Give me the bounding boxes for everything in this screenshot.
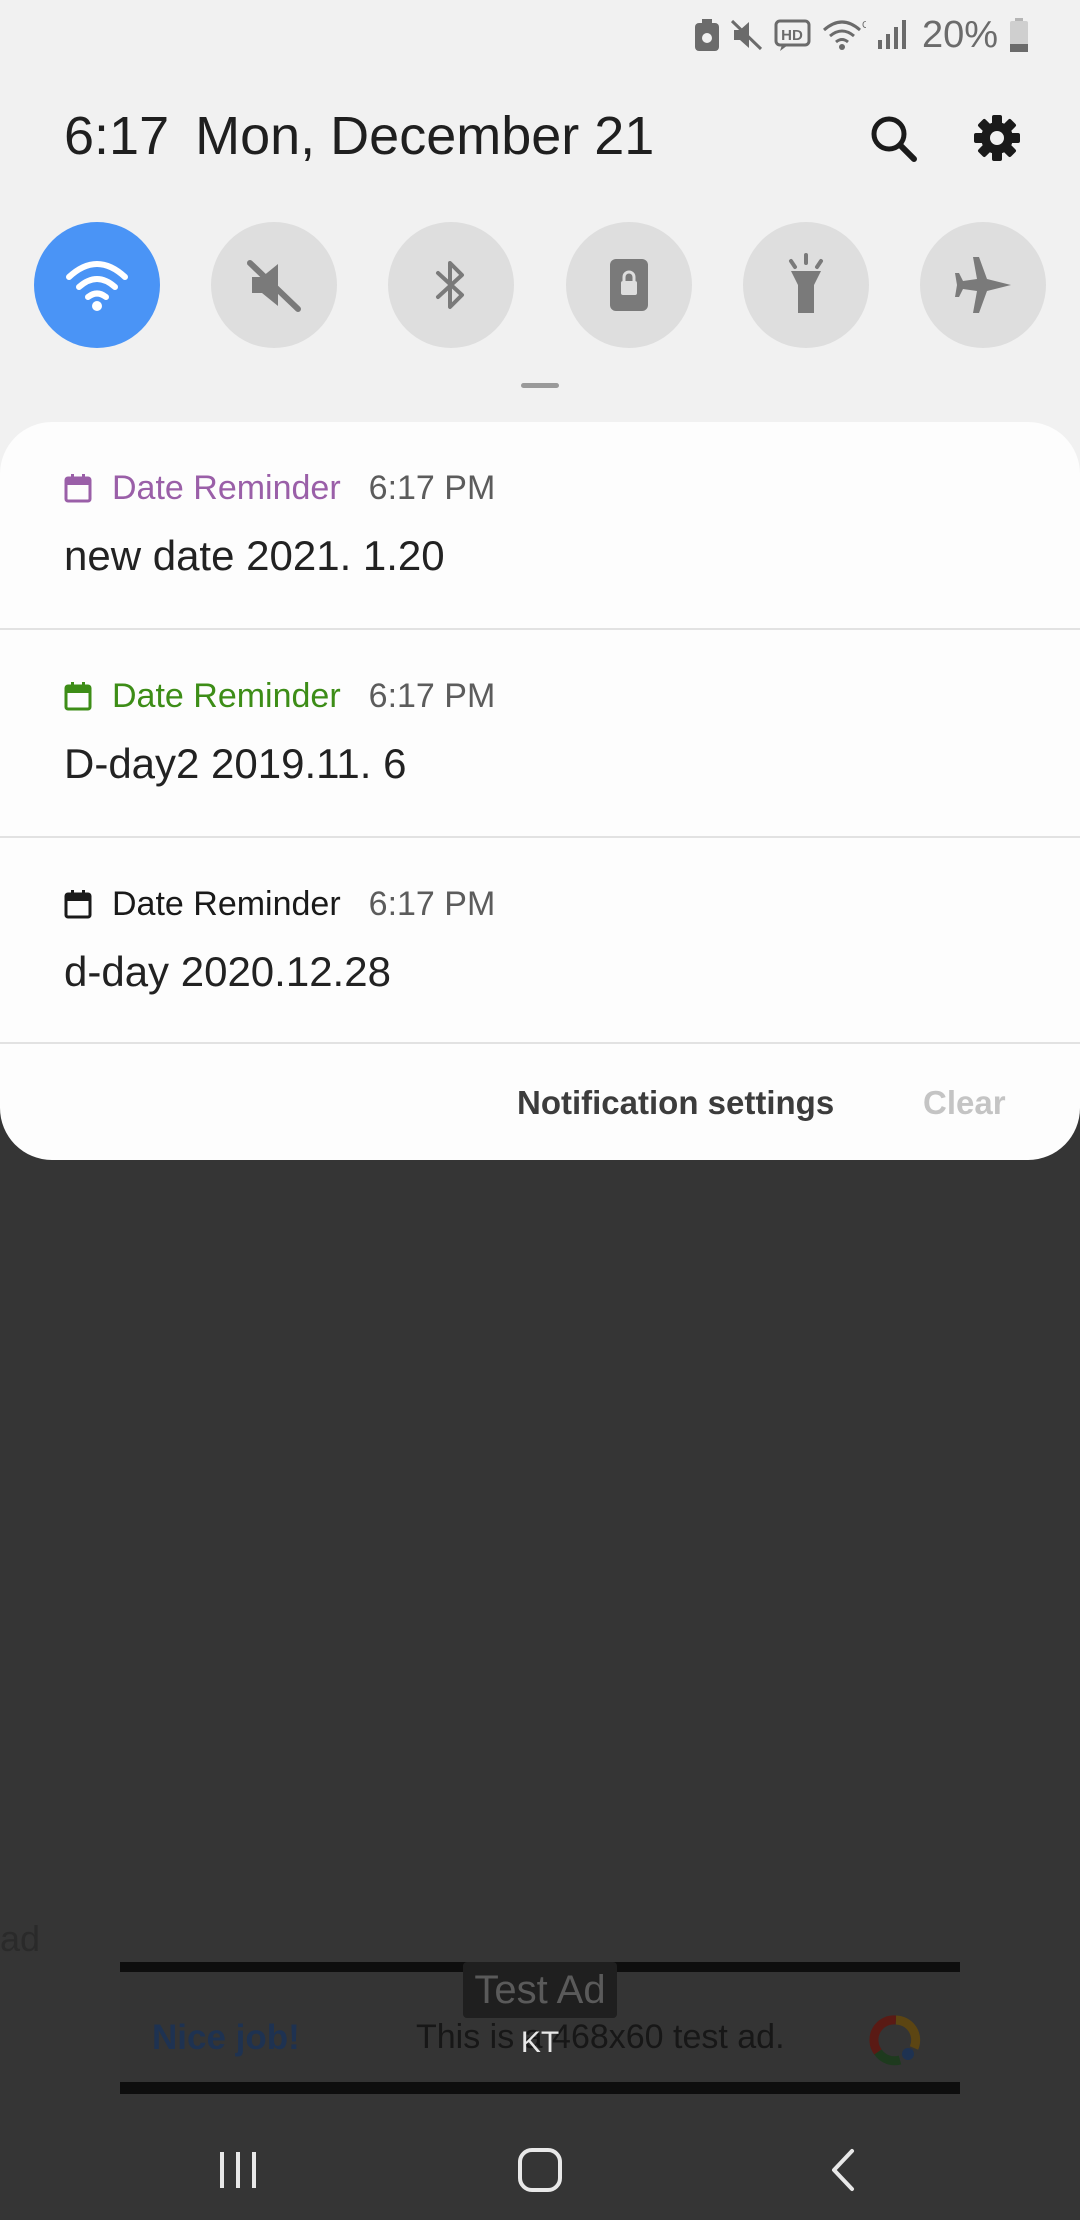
ad-logo-icon: [869, 2015, 921, 2066]
mute-icon: [247, 260, 302, 312]
navigation-bar: [0, 2110, 1080, 2220]
clock-date: 6:17 Mon, December 21: [64, 105, 654, 167]
settings-button[interactable]: [964, 105, 1030, 171]
back-button[interactable]: [803, 2130, 883, 2210]
notification-item[interactable]: Date Reminder 6:17 PM d-day 2020.12.28: [0, 838, 1080, 1044]
home-button[interactable]: [500, 2130, 580, 2210]
airplane-toggle[interactable]: [919, 222, 1046, 348]
bluetooth-icon: [436, 261, 465, 309]
notification-time: 6:17 PM: [368, 468, 496, 507]
recents-button[interactable]: [198, 2130, 278, 2210]
airplane-icon: [954, 257, 1011, 313]
notification-app-name: Date Reminder: [112, 884, 341, 923]
mute-icon: [730, 18, 764, 52]
notification-settings-button[interactable]: Notification settings: [517, 1084, 834, 1122]
notification-card: Date Reminder 6:17 PM new date 2021. 1.2…: [0, 422, 1080, 1160]
flashlight-icon: [788, 253, 823, 313]
notification-title: d-day 2020.12.28: [64, 948, 391, 995]
svg-text:G: G: [862, 20, 866, 31]
notification-time: 6:17 PM: [368, 676, 496, 715]
hd-voice-icon: HD: [774, 18, 812, 52]
ad-nice-label: Nice job!: [152, 2018, 300, 2057]
calendar-icon: [64, 889, 92, 919]
date-label: Mon, December 21: [195, 106, 655, 166]
wifi-icon: G: [822, 18, 866, 52]
gear-icon: [974, 115, 1020, 161]
clock-time: 6:17: [64, 106, 170, 166]
status-bar: HD G 20%: [694, 10, 1030, 60]
portrait-lock-icon: [609, 259, 648, 311]
notification-item[interactable]: Date Reminder 6:17 PM new date 2021. 1.2…: [0, 422, 1080, 628]
svg-text:HD: HD: [781, 27, 803, 44]
wifi-toggle[interactable]: [34, 222, 160, 348]
search-button[interactable]: [860, 105, 926, 171]
sound-toggle[interactable]: [211, 222, 338, 348]
battery-icon: [1008, 17, 1030, 53]
bluetooth-toggle[interactable]: [388, 222, 515, 348]
calendar-icon: [64, 473, 92, 503]
drag-handle[interactable]: [521, 383, 559, 388]
notification-app-name: Date Reminder: [112, 676, 341, 715]
back-icon: [832, 2149, 854, 2191]
ad-message: This is a 468x60 test ad.: [416, 2018, 785, 2056]
carrier-label: KT: [520, 2026, 560, 2059]
divider: [0, 1042, 1080, 1044]
background-text: ad: [0, 1918, 41, 1959]
cell-signal-icon: [876, 18, 910, 52]
home-icon: [518, 2148, 562, 2192]
search-icon: [871, 116, 917, 162]
notification-title: D-day2 2019.11. 6: [64, 740, 407, 787]
test-ad-badge: Test Ad: [463, 1962, 617, 2018]
battery-percent: 20%: [921, 13, 998, 56]
flashlight-toggle[interactable]: [742, 222, 869, 348]
notification-header: Date Reminder 6:17 PM: [64, 676, 495, 716]
notification-header: Date Reminder 6:17 PM: [64, 468, 495, 508]
portrait-lock-toggle[interactable]: [565, 222, 692, 348]
clear-button[interactable]: Clear: [923, 1084, 1006, 1122]
data-saver-icon: [694, 18, 720, 52]
calendar-icon: [64, 681, 92, 711]
quick-toggles: [34, 222, 1046, 348]
notification-time: 6:17 PM: [368, 884, 496, 923]
notification-title: new date 2021. 1.20: [64, 532, 445, 579]
wifi-icon: [66, 261, 128, 311]
notification-app-name: Date Reminder: [112, 468, 341, 507]
recents-icon: [220, 2152, 256, 2188]
notification-item[interactable]: Date Reminder 6:17 PM D-day2 2019.11. 6: [0, 630, 1080, 836]
notification-header: Date Reminder 6:17 PM: [64, 884, 495, 924]
